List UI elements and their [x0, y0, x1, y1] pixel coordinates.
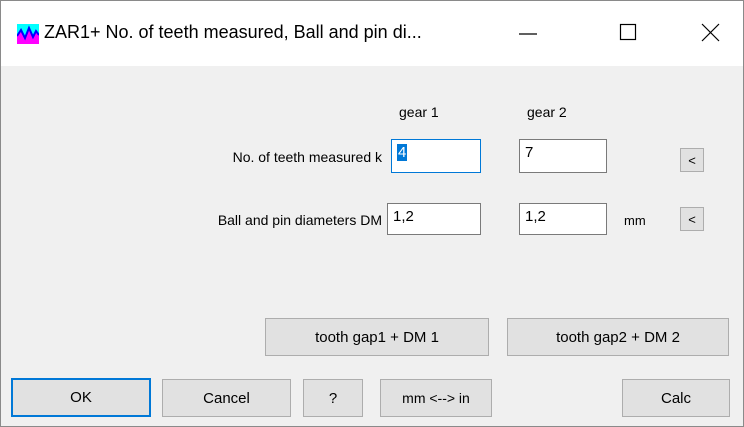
- ball-pin-diameter-label: Ball and pin diameters DM: [217, 212, 382, 228]
- diameter-gear1-input[interactable]: 1,2: [387, 203, 481, 235]
- title-bar[interactable]: ZAR1+ No. of teeth measured, Ball and pi…: [0, 0, 744, 66]
- tooth-gap1-button[interactable]: tooth gap1 + DM 1: [265, 318, 489, 356]
- copy-teeth-button[interactable]: <: [680, 148, 704, 172]
- calc-button[interactable]: Calc: [622, 379, 730, 417]
- ok-button[interactable]: OK: [11, 378, 151, 417]
- column-header-gear1: gear 1: [399, 104, 439, 120]
- column-header-gear2: gear 2: [527, 104, 567, 120]
- teeth-gear1-input[interactable]: 4: [391, 139, 481, 173]
- maximize-icon: [619, 23, 637, 41]
- dialog-client: [1, 66, 743, 426]
- help-button[interactable]: ?: [303, 379, 363, 417]
- diameter-gear1-value: 1,2: [393, 208, 414, 225]
- window-title: ZAR1+ No. of teeth measured, Ball and pi…: [44, 22, 422, 42]
- tooth-gap2-button[interactable]: tooth gap2 + DM 2: [507, 318, 729, 356]
- minimize-button[interactable]: [496, 0, 562, 66]
- cancel-button[interactable]: Cancel: [162, 379, 291, 417]
- close-icon: [701, 23, 720, 42]
- maximize-button[interactable]: [596, 0, 662, 66]
- teeth-gear1-value: 4: [397, 144, 408, 161]
- diameter-gear2-value: 1,2: [525, 208, 546, 225]
- diameter-unit-label: mm: [624, 213, 646, 228]
- teeth-gear2-input[interactable]: 7: [519, 139, 607, 173]
- diameter-gear2-input[interactable]: 1,2: [519, 203, 607, 235]
- unit-toggle-button[interactable]: mm <--> in: [380, 379, 492, 417]
- copy-diameter-button[interactable]: <: [680, 207, 704, 231]
- teeth-gear2-value: 7: [525, 144, 534, 161]
- minimize-icon: [519, 33, 537, 35]
- zar1-app-icon: [17, 24, 39, 44]
- close-button[interactable]: [678, 0, 744, 66]
- teeth-measured-label: No. of teeth measured k: [232, 149, 382, 165]
